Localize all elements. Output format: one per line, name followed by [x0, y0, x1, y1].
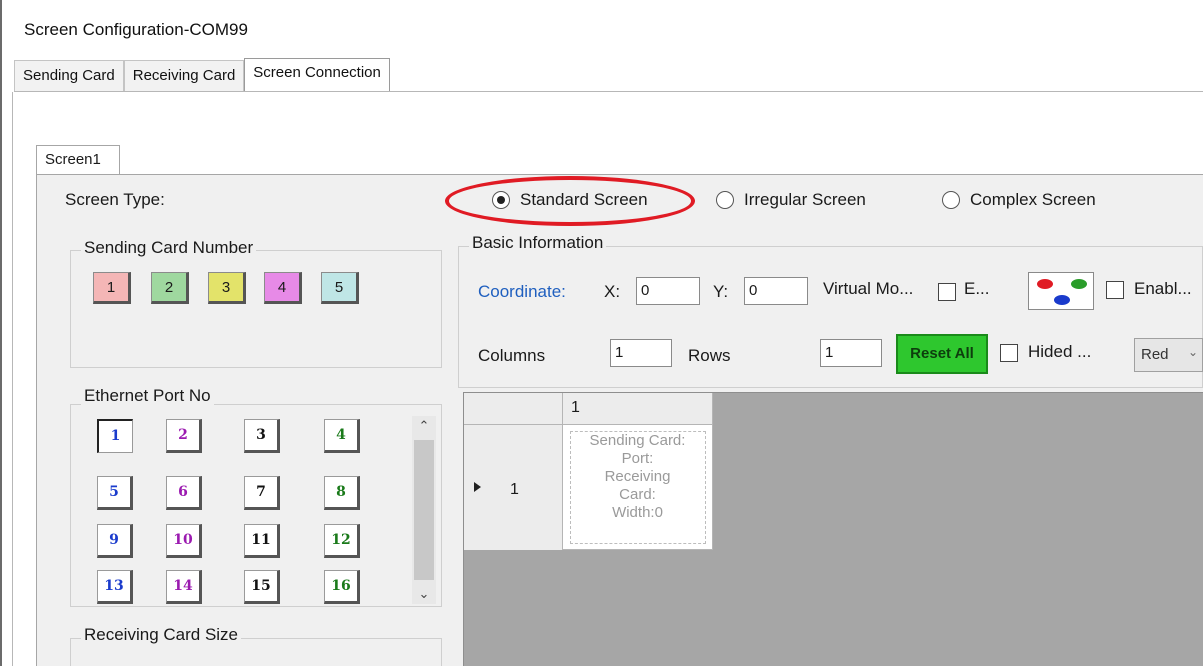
tab-receiving-card[interactable]: Receiving Card: [123, 60, 245, 92]
ethernet-port-6-button[interactable]: 6: [166, 476, 202, 510]
e-label: E...: [964, 279, 990, 298]
sending-card-title: Sending Card Number: [81, 238, 257, 258]
ethernet-port-title: Ethernet Port No: [81, 386, 214, 406]
rows-label: Rows: [688, 346, 731, 365]
rows-input[interactable]: 1: [820, 339, 882, 367]
sending-card-3-button[interactable]: 3: [208, 272, 246, 304]
reset-all-button[interactable]: Reset All: [896, 334, 988, 374]
ethernet-port-4-button[interactable]: 4: [324, 419, 360, 453]
complex-screen-label: Complex Screen: [970, 190, 1096, 209]
ethernet-port-10-button[interactable]: 10: [166, 524, 202, 558]
color-select[interactable]: Red ⌄: [1134, 338, 1203, 372]
basic-information-title: Basic Information: [469, 233, 607, 253]
color-select-value: Red: [1141, 346, 1169, 363]
tab-screen1[interactable]: Screen1: [36, 145, 120, 175]
highlight-annotation-ellipse: [445, 176, 695, 226]
chevron-down-icon: ⌄: [1187, 345, 1198, 359]
cell-selection-outline: [570, 431, 706, 544]
ethernet-port-13-button[interactable]: 13: [97, 570, 133, 604]
scroll-down-icon[interactable]: ⌄: [412, 584, 436, 604]
complex-screen-radio[interactable]: Complex Screen: [942, 190, 1096, 210]
sending-card-2-button[interactable]: 2: [151, 272, 189, 304]
red-dot-icon: [1037, 279, 1053, 289]
tab-sending-card[interactable]: Sending Card: [14, 60, 124, 92]
ethernet-port-16-button[interactable]: 16: [324, 570, 360, 604]
grid-column-header[interactable]: 1: [563, 393, 713, 425]
radio-unselected-icon: [942, 191, 960, 209]
hided-checkbox[interactable]: [1000, 344, 1018, 362]
y-coordinate-input[interactable]: 0: [744, 277, 808, 305]
e-checkbox[interactable]: [938, 283, 956, 301]
grid-row-number: 1: [510, 481, 519, 498]
ethernet-port-7-button[interactable]: 7: [244, 476, 280, 510]
ethernet-port-scrollbar[interactable]: ⌃ ⌄: [412, 416, 436, 604]
ethernet-port-14-button[interactable]: 14: [166, 570, 202, 604]
ethernet-port-11-button[interactable]: 11: [244, 524, 280, 558]
hided-label: Hided ...: [1028, 342, 1092, 361]
irregular-screen-radio[interactable]: Irregular Screen: [716, 190, 866, 210]
scroll-up-icon[interactable]: ⌃: [412, 416, 436, 436]
y-label: Y:: [713, 282, 729, 301]
columns-label: Columns: [478, 346, 546, 365]
sending-card-5-button[interactable]: 5: [321, 272, 359, 304]
blue-dot-icon: [1054, 295, 1070, 305]
ethernet-port-15-button[interactable]: 15: [244, 570, 280, 604]
ethernet-port-5-button[interactable]: 5: [97, 476, 133, 510]
tab-screen-connection[interactable]: Screen Connection: [244, 58, 390, 92]
screen-type-label: Screen Type:: [65, 190, 165, 209]
sending-card-group: [70, 250, 442, 368]
ethernet-port-3-button[interactable]: 3: [244, 419, 280, 453]
irregular-screen-label: Irregular Screen: [744, 190, 866, 209]
x-coordinate-input[interactable]: 0: [636, 277, 700, 305]
columns-input[interactable]: 1: [610, 339, 672, 367]
virtual-mode-label: Virtual Mo...: [823, 279, 914, 298]
grid-corner: [464, 393, 563, 425]
enable-label: Enabl...: [1134, 279, 1192, 298]
window-title: Screen Configuration-COM99: [24, 20, 248, 39]
row-pointer-icon: [474, 482, 481, 492]
green-dot-icon: [1071, 279, 1087, 289]
sending-card-4-button[interactable]: 4: [264, 272, 302, 304]
color-swatch-button[interactable]: [1028, 272, 1094, 310]
enable-checkbox[interactable]: [1106, 281, 1124, 299]
x-label: X:: [604, 282, 621, 301]
radio-unselected-icon: [716, 191, 734, 209]
ethernet-port-1-button[interactable]: 1: [97, 419, 133, 453]
ethernet-port-9-button[interactable]: 9: [97, 524, 133, 558]
ethernet-port-12-button[interactable]: 12: [324, 524, 360, 558]
main-tabs: Sending Card Receiving Card Screen Conne…: [14, 58, 390, 92]
ethernet-port-8-button[interactable]: 8: [324, 476, 360, 510]
scroll-thumb[interactable]: [414, 440, 434, 580]
receiving-card-size-title: Receiving Card Size: [81, 625, 242, 645]
coordinate-link[interactable]: Coordinate:: [478, 282, 566, 302]
sending-card-1-button[interactable]: 1: [93, 272, 131, 304]
ethernet-port-2-button[interactable]: 2: [166, 419, 202, 453]
